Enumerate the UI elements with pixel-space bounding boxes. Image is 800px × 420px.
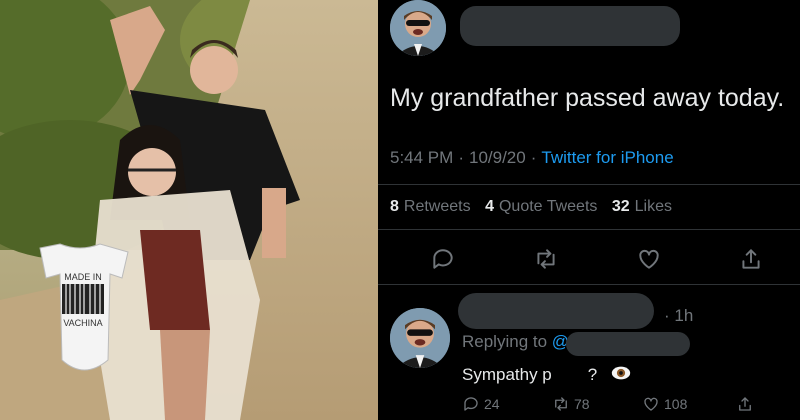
tweet-source-link[interactable]: Twitter for iPhone bbox=[541, 148, 673, 167]
onesie-text-top: MADE IN bbox=[64, 272, 102, 282]
onesie-text-bottom: VACHINA bbox=[63, 318, 102, 328]
like-icon bbox=[644, 397, 658, 411]
divider bbox=[378, 184, 800, 185]
share-icon[interactable] bbox=[738, 246, 764, 272]
retweets-stat[interactable]: 8 Retweets bbox=[390, 198, 471, 215]
likes-stat[interactable]: 32 Likes bbox=[612, 198, 672, 215]
reply-author-avatar[interactable] bbox=[390, 308, 450, 368]
quote-tweets-stat[interactable]: 4 Quote Tweets bbox=[485, 198, 597, 215]
tweet-actions bbox=[378, 246, 800, 272]
author-avatar[interactable] bbox=[390, 0, 446, 56]
like-icon[interactable] bbox=[636, 246, 662, 272]
photo-illustration: MADE IN VACHINA bbox=[0, 0, 378, 420]
reply-author-name-redaction bbox=[458, 293, 654, 329]
tweet-time: 5:44 PM bbox=[390, 148, 454, 167]
tweet-date: 10/9/20 bbox=[468, 148, 526, 167]
divider bbox=[378, 284, 800, 285]
eye-emoji-icon bbox=[611, 366, 631, 380]
reply-retweet-button[interactable]: 78 bbox=[552, 394, 590, 414]
retweet-icon bbox=[555, 397, 567, 411]
announcement-photo: MADE IN VACHINA bbox=[0, 0, 378, 420]
reply-handle-redaction bbox=[566, 332, 690, 356]
divider bbox=[378, 229, 800, 230]
replying-to: Replying to @ bbox=[462, 332, 570, 351]
reply-share-button[interactable] bbox=[736, 394, 754, 414]
reply-icon[interactable] bbox=[430, 246, 456, 272]
share-icon bbox=[739, 397, 751, 411]
tweet-text: My grandfather passed away today. bbox=[390, 84, 785, 112]
reply-actions: 24 78 108 bbox=[378, 394, 800, 416]
reply-icon bbox=[464, 397, 478, 411]
reply-text: Sympathy p? bbox=[462, 362, 632, 385]
author-name-redaction bbox=[460, 6, 680, 46]
tweet-stats: 8 Retweets 4 Quote Tweets 32 Likes bbox=[390, 198, 682, 216]
tweet-panel: My grandfather passed away today. 5:44 P… bbox=[378, 0, 800, 420]
reply-reply-button[interactable]: 24 bbox=[462, 394, 500, 414]
reply-like-button[interactable]: 108 bbox=[642, 394, 687, 414]
retweet-icon[interactable] bbox=[533, 246, 559, 272]
reply-time: · 1h bbox=[664, 306, 694, 325]
tweet-meta: 5:44 PM · 10/9/20 · Twitter for iPhone bbox=[390, 148, 674, 167]
